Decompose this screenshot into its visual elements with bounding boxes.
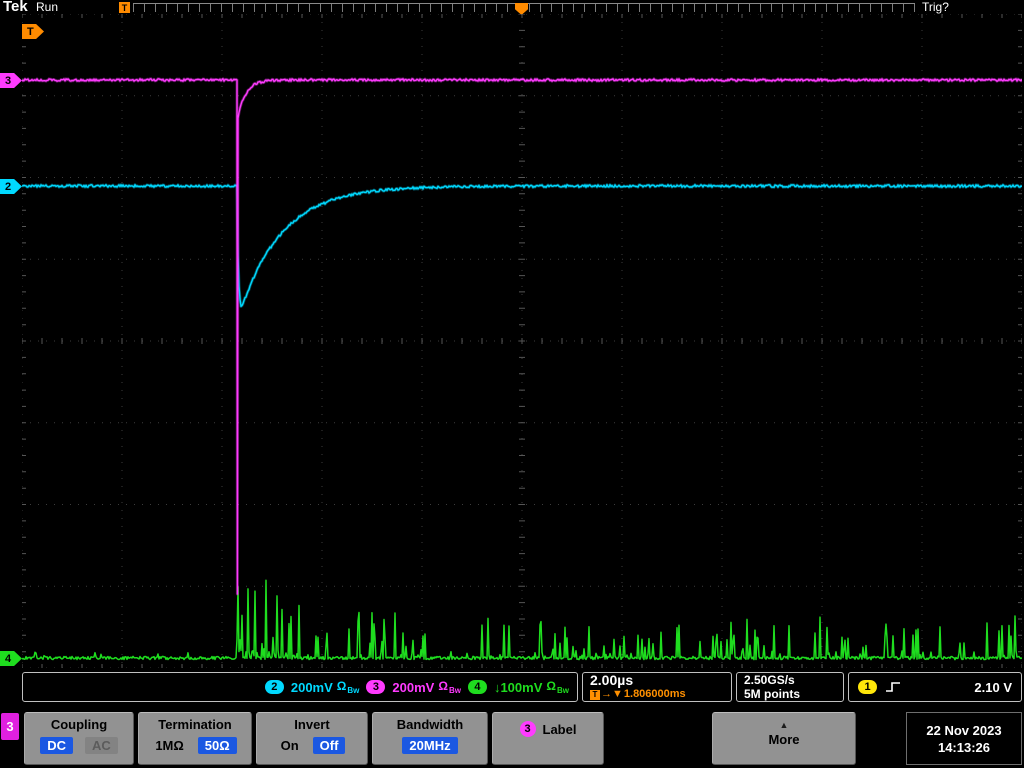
ch2-bw-indicator: Bw xyxy=(347,686,359,695)
delay-arrow-icon: →▼ xyxy=(601,688,623,701)
trigger-readout-box[interactable]: 1 2.10 V xyxy=(848,672,1022,702)
label-channel-badge: 3 xyxy=(520,721,536,737)
more-up-arrow-icon: ▲ xyxy=(780,721,789,730)
more-title: More xyxy=(768,732,799,747)
grid-ticks xyxy=(22,14,1022,668)
menu-channel-tab: 3 xyxy=(1,713,19,740)
ch4-badge[interactable]: 4 xyxy=(468,680,487,694)
invert-off-option[interactable]: Off xyxy=(313,737,346,754)
time-value: 14:13:26 xyxy=(938,739,990,756)
bandwidth-value[interactable]: 20MHz xyxy=(402,737,457,754)
date-value: 22 Nov 2023 xyxy=(926,722,1001,739)
ch2-badge[interactable]: 2 xyxy=(265,680,284,694)
trigger-level-value: 2.10 V xyxy=(974,680,1012,695)
timebase-delay: T →▼ 1.806000ms xyxy=(590,688,686,701)
ch4-impedance: ΩBw xyxy=(546,679,569,695)
ch2-trace xyxy=(22,185,1022,307)
timebase-readout-box[interactable]: 2.00µs T →▼ 1.806000ms xyxy=(582,672,732,702)
ch3-trace-fuzz xyxy=(22,79,1022,594)
sample-rate: 2.50GS/s xyxy=(744,673,795,687)
termination-1m-option[interactable]: 1MΩ xyxy=(153,737,185,754)
ch4-trace xyxy=(22,580,1022,659)
label-title: Label xyxy=(543,722,577,737)
ch2-scale: 200mV xyxy=(291,680,333,695)
delay-value: 1.806000ms xyxy=(624,688,686,701)
coupling-ac-option[interactable]: AC xyxy=(85,737,118,754)
termination-button[interactable]: Termination 1MΩ 50Ω xyxy=(138,712,252,765)
coupling-title: Coupling xyxy=(51,717,107,732)
ch3-impedance: ΩBw xyxy=(438,679,461,695)
ch3-badge[interactable]: 3 xyxy=(366,680,385,694)
record-length: 5M points xyxy=(744,687,800,701)
invert-title: Invert xyxy=(294,717,329,732)
termination-title: Termination xyxy=(158,717,231,732)
delay-t-icon: T xyxy=(590,690,600,700)
oscilloscope-screen: Tek Run T Trig? T 3 2 4 2 200mV ΩBw 3 20… xyxy=(0,0,1024,768)
ch3-trace xyxy=(22,79,1022,594)
acquisition-readout-box[interactable]: 2.50GS/s 5M points xyxy=(736,672,844,702)
invert-on-option[interactable]: On xyxy=(279,737,301,754)
ch2-trace-fuzz xyxy=(22,185,1022,307)
ch3-scale: 200mV xyxy=(392,680,434,695)
termination-50-option[interactable]: 50Ω xyxy=(198,737,237,754)
header-bar: Tek Run T Trig? xyxy=(0,0,1024,14)
acquisition-status: Run xyxy=(36,0,58,14)
trigger-source-badge[interactable]: 1 xyxy=(858,680,877,694)
label-button[interactable]: 3 Label xyxy=(492,712,604,765)
ch4-scale: ↓100mV xyxy=(494,680,542,695)
datetime-display: 22 Nov 2023 14:13:26 xyxy=(906,712,1022,765)
trigger-status: Trig? xyxy=(922,0,949,14)
waveform-display xyxy=(22,14,1022,668)
ch4-bw-indicator: Bw xyxy=(557,686,569,695)
channel3-level-marker[interactable]: 3 xyxy=(0,73,22,88)
timebase-scale: 2.00µs xyxy=(590,673,633,688)
channel4-level-marker[interactable]: 4 xyxy=(0,651,22,666)
record-trigger-icon: T xyxy=(119,2,130,13)
channel-readout-box[interactable]: 2 200mV ΩBw 3 200mV ΩBw 4 ↓100mV ΩBw xyxy=(22,672,578,702)
bottom-menu-bar: 3 Coupling DC AC Termination 1MΩ 50Ω Inv… xyxy=(0,708,1024,768)
more-button[interactable]: ▲ More xyxy=(712,712,856,765)
coupling-button[interactable]: Coupling DC AC xyxy=(24,712,134,765)
bandwidth-title: Bandwidth xyxy=(397,717,463,732)
tek-logo: Tek xyxy=(3,0,28,15)
ch2-impedance: ΩBw xyxy=(337,679,360,695)
coupling-dc-option[interactable]: DC xyxy=(40,737,73,754)
channel2-level-marker[interactable]: 2 xyxy=(0,179,22,194)
bandwidth-button[interactable]: Bandwidth 20MHz xyxy=(372,712,488,765)
invert-button[interactable]: Invert On Off xyxy=(256,712,368,765)
graticule xyxy=(22,14,1022,668)
rising-edge-icon xyxy=(885,680,901,694)
ch3-bw-indicator: Bw xyxy=(449,686,461,695)
